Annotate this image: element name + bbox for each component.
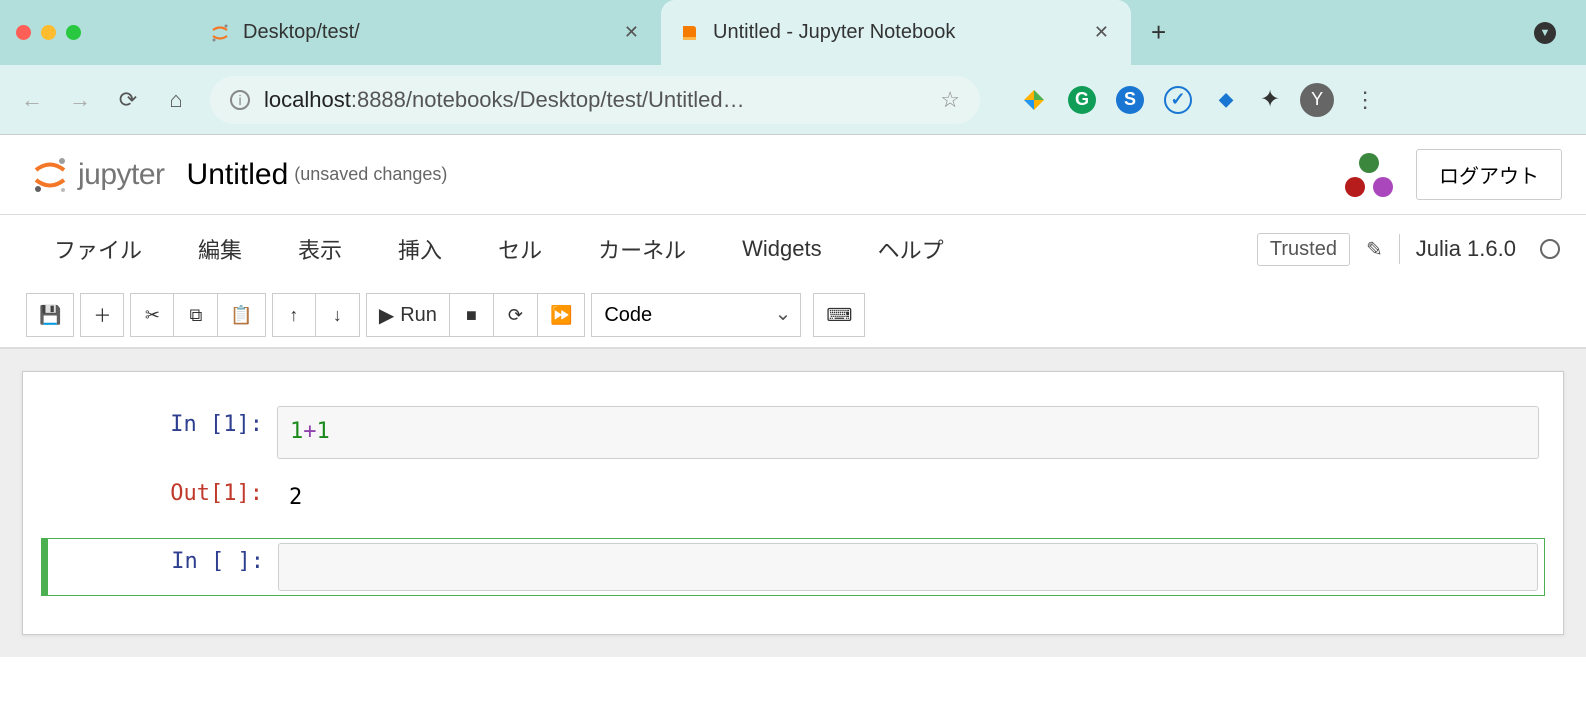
edit-icon[interactable]: ✎ [1366,237,1383,262]
copy-button[interactable]: ⧉ [174,293,218,337]
run-label: Run [400,304,437,327]
url-text: localhost:8888/notebooks/Desktop/test/Un… [264,87,926,113]
tab-list-button[interactable]: ▼ [1534,22,1556,44]
jupyter-icon [30,155,70,195]
code-cell-selected[interactable]: In [ ]: [41,538,1545,596]
output-row: Out[1]: 2 [41,471,1545,524]
extension-icon[interactable]: S [1116,86,1144,114]
extension-icon[interactable]: ◆ [1212,86,1240,114]
save-status: (unsaved changes) [294,164,447,185]
menu-file[interactable]: ファイル [26,225,170,273]
extension-icon[interactable]: ✓ [1164,86,1192,114]
maximize-window-button[interactable] [66,25,81,40]
paste-button[interactable]: 📋 [218,293,265,337]
cut-icon: ✂ [145,305,160,326]
book-icon [679,22,701,44]
plus-icon: ＋ [93,302,111,328]
back-button[interactable]: ← [18,87,46,113]
cell-type-select[interactable]: Code [591,293,801,337]
menu-kernel[interactable]: カーネル [570,225,714,273]
notebook-area: In [1]: 1+1 Out[1]: 2 In [ ]: [0,349,1586,657]
keyboard-icon: ⌨ [826,305,852,326]
browser-tab-inactive[interactable]: Desktop/test/ ✕ [191,0,661,65]
jupyter-logo[interactable]: jupyter [30,155,165,195]
stop-icon: ■ [466,305,477,326]
move-up-button[interactable]: ↑ [272,293,316,337]
code-input[interactable]: 1+1 [277,406,1539,459]
play-icon: ▶ [379,303,394,328]
info-icon: i [230,90,250,110]
window-controls [16,25,81,40]
menu-edit[interactable]: 編集 [170,225,270,273]
tab-title: Untitled - Jupyter Notebook [713,21,1078,44]
menu-insert[interactable]: 挿入 [370,225,470,273]
minimize-window-button[interactable] [41,25,56,40]
close-tab-icon[interactable]: ✕ [620,22,643,43]
notebook-name[interactable]: Untitled [187,158,289,192]
paste-icon: 📋 [230,305,252,326]
run-button[interactable]: ▶ Run [366,293,450,337]
trusted-badge[interactable]: Trusted [1257,233,1350,266]
copy-icon: ⧉ [189,305,202,326]
kernel-cluster-icon [1342,153,1396,197]
jupyter-logo-text: jupyter [78,158,165,192]
menu-widgets[interactable]: Widgets [714,228,849,270]
new-tab-button[interactable]: + [1131,17,1186,48]
home-button[interactable]: ⌂ [162,87,190,113]
extension-icon[interactable]: G [1068,86,1096,114]
browser-chrome: Desktop/test/ ✕ Untitled - Jupyter Noteb… [0,0,1586,135]
tab-title: Desktop/test/ [243,21,608,44]
input-prompt: In [1]: [47,402,277,463]
move-down-button[interactable]: ↓ [316,293,360,337]
extension-icon[interactable] [1020,86,1048,114]
code-cell[interactable]: In [1]: 1+1 [41,402,1545,463]
logout-button[interactable]: ログアウト [1416,149,1562,200]
output-prompt: Out[1]: [47,471,277,524]
star-icon[interactable]: ☆ [940,87,960,113]
extensions-menu-icon[interactable]: ✦ [1260,85,1280,114]
menubar-container: ファイル 編集 表示 挿入 セル カーネル Widgets ヘルプ Truste… [0,214,1586,349]
menu-view[interactable]: 表示 [270,225,370,273]
divider [1399,234,1400,264]
save-button[interactable]: 💾 [26,293,74,337]
kernel-name[interactable]: Julia 1.6.0 [1416,236,1516,262]
add-cell-button[interactable]: ＋ [80,293,124,337]
cut-button[interactable]: ✂ [130,293,174,337]
reload-button[interactable]: ⟳ [114,87,142,113]
fast-forward-icon: ⏩ [550,305,572,326]
notebook-header: jupyter Untitled (unsaved changes) ログアウト [0,135,1586,214]
restart-button[interactable]: ⟳ [494,293,538,337]
url-input[interactable]: i localhost:8888/notebooks/Desktop/test/… [210,76,980,124]
notebook-container: In [1]: 1+1 Out[1]: 2 In [ ]: [22,371,1564,635]
output-text: 2 [277,475,1539,520]
save-icon: 💾 [39,305,61,326]
toolbar: 💾 ＋ ✂ ⧉ 📋 ↑ ↓ ▶ Run ■ ⟳ ⏩ Code ⌨ [0,283,1586,348]
profile-avatar[interactable]: Y [1300,83,1334,117]
tab-strip: Desktop/test/ ✕ Untitled - Jupyter Noteb… [0,0,1586,65]
arrow-down-icon: ↓ [333,305,342,326]
menubar: ファイル 編集 表示 挿入 セル カーネル Widgets ヘルプ Truste… [0,215,1586,283]
menu-cell[interactable]: セル [470,225,570,273]
kernel-status-icon [1540,239,1560,259]
close-tab-icon[interactable]: ✕ [1090,22,1113,43]
code-input[interactable] [278,543,1538,591]
extension-icons: G S ✓ ◆ ✦ Y ⋮ [1020,83,1376,117]
address-bar: ← → ⟳ ⌂ i localhost:8888/notebooks/Deskt… [0,65,1586,135]
command-palette-button[interactable]: ⌨ [813,293,865,337]
input-prompt: In [ ]: [48,539,278,595]
browser-menu-icon[interactable]: ⋮ [1354,87,1376,113]
restart-icon: ⟳ [508,305,523,326]
forward-button[interactable]: → [66,87,94,113]
restart-run-all-button[interactable]: ⏩ [538,293,585,337]
stop-button[interactable]: ■ [450,293,494,337]
browser-tab-active[interactable]: Untitled - Jupyter Notebook ✕ [661,0,1131,65]
jupyter-icon [209,22,231,44]
arrow-up-icon: ↑ [289,305,298,326]
close-window-button[interactable] [16,25,31,40]
menu-help[interactable]: ヘルプ [850,225,972,273]
